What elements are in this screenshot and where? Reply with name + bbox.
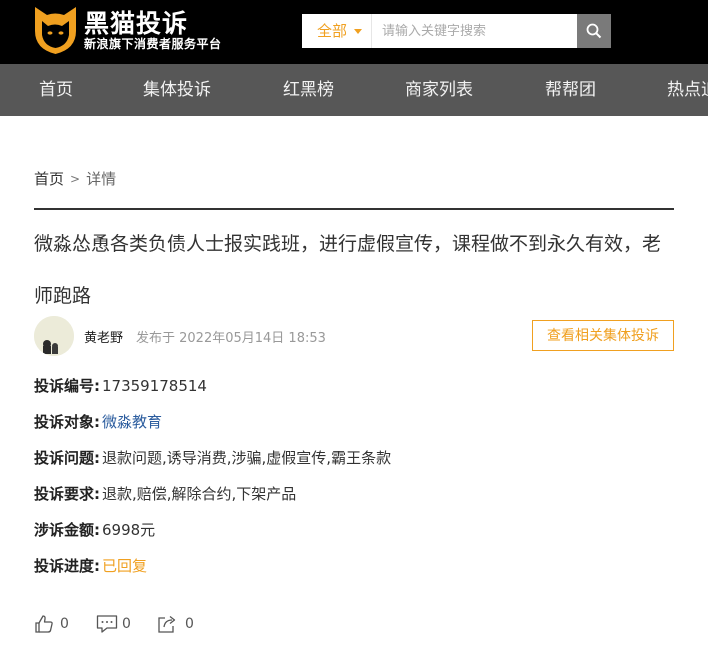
- field-label: 投诉对象:: [34, 413, 100, 431]
- field-complaint-target: 投诉对象: 微淼教育: [34, 410, 162, 434]
- field-label: 投诉编号:: [34, 377, 100, 395]
- nav-merchant-list[interactable]: 商家列表: [405, 64, 473, 116]
- post-time: 发布于 2022年05月14日 18:53: [136, 331, 326, 346]
- logo-subtitle: 新浪旗下消费者服务平台: [84, 37, 222, 51]
- author-name[interactable]: 黄老野: [84, 327, 123, 346]
- field-complaint-amount: 涉诉金额: 6998元: [34, 518, 155, 542]
- merchant-link[interactable]: 微淼教育: [102, 413, 162, 431]
- like-count: 0: [60, 616, 69, 632]
- nav-hot-topics[interactable]: 热点追踪: [667, 64, 708, 116]
- user-avatar-icon: [34, 316, 74, 356]
- field-label: 投诉要求:: [34, 485, 100, 503]
- field-label: 投诉问题:: [34, 449, 100, 467]
- view-related-group-complaints-button[interactable]: 查看相关集体投诉: [532, 320, 674, 351]
- complaint-title: 微淼怂恿各类负债人士报实践班，进行虚假宣传，课程做不到永久有效，老师跑路: [34, 233, 662, 307]
- share-button[interactable]: 0: [157, 613, 197, 635]
- thumbs-up-icon: [35, 615, 53, 633]
- caret-down-icon: [354, 29, 362, 34]
- field-complaint-progress: 投诉进度: 已回复: [34, 554, 147, 578]
- nav-group-complaints[interactable]: 集体投诉: [143, 64, 211, 116]
- field-complaint-issue: 投诉问题: 退款问题,诱导消费,涉骗,虚假宣传,霸王条款: [34, 446, 391, 470]
- breadcrumb-separator: >: [70, 172, 81, 186]
- black-cat-logo-icon[interactable]: [33, 5, 78, 55]
- field-complaint-id: 投诉编号: 17359178514: [34, 374, 207, 398]
- status-badge: 已回复: [102, 557, 148, 575]
- field-value: 退款,赔偿,解除合约,下架产品: [102, 485, 297, 503]
- breadcrumb-current: 详情: [86, 170, 117, 188]
- nav-red-black-list[interactable]: 红黑榜: [283, 64, 334, 116]
- field-value: 6998元: [102, 521, 156, 539]
- search-button[interactable]: [577, 14, 611, 48]
- like-button[interactable]: 0: [34, 613, 74, 635]
- field-label: 涉诉金额:: [34, 521, 100, 539]
- nav-help-group[interactable]: 帮帮团: [545, 64, 596, 116]
- search-input[interactable]: [371, 14, 577, 48]
- field-value: 退款问题,诱导消费,涉骗,虚假宣传,霸王条款: [102, 449, 392, 467]
- search-category-dropdown[interactable]: 全部: [302, 14, 370, 48]
- field-label: 投诉进度:: [34, 557, 100, 575]
- share-count: 0: [185, 616, 194, 632]
- top-header: 黑猫投诉 新浪旗下消费者服务平台 全部: [0, 0, 708, 64]
- field-complaint-request: 投诉要求: 退款,赔偿,解除合约,下架产品: [34, 482, 296, 506]
- breadcrumb-home[interactable]: 首页: [34, 170, 64, 188]
- search-bar: 全部: [302, 14, 611, 48]
- avatar[interactable]: [34, 316, 74, 356]
- comment-button[interactable]: 0: [96, 613, 136, 635]
- comment-count: 0: [122, 616, 131, 632]
- breadcrumb: 首页 > 详情: [34, 168, 116, 189]
- field-value: 17359178514: [102, 377, 207, 395]
- main-nav: 首页 集体投诉 红黑榜 商家列表 帮帮团 热点追踪: [0, 64, 708, 116]
- title-divider: [34, 208, 674, 210]
- search-icon: [586, 23, 602, 39]
- search-category-label: 全部: [317, 22, 348, 40]
- share-icon: [158, 615, 176, 633]
- comment-icon: [96, 615, 118, 633]
- nav-home[interactable]: 首页: [39, 64, 73, 116]
